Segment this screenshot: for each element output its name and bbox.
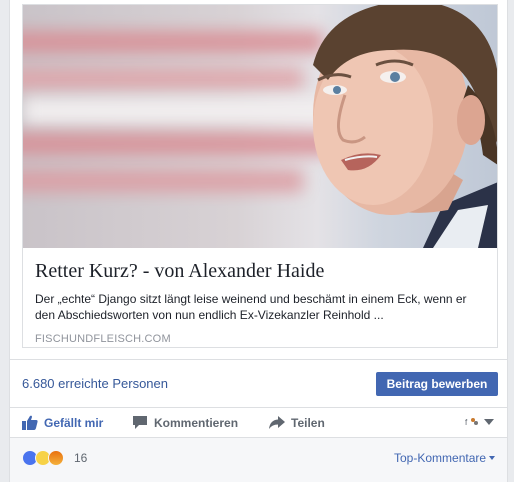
link-preview-image[interactable] [23, 5, 497, 248]
link-domain[interactable]: FISCHUNDFLEISCH.COM [35, 333, 487, 345]
reaction-icons[interactable] [22, 450, 64, 466]
reaction-count[interactable]: 16 [74, 451, 87, 465]
share-arrow-icon [269, 416, 285, 429]
comment-button[interactable]: Kommentieren [132, 415, 238, 430]
share-label: Teilen [291, 415, 325, 430]
comment-icon [133, 416, 147, 429]
reach-count-link[interactable]: 6.680 erreichte Personen [22, 376, 168, 391]
comment-label: Kommentieren [154, 415, 239, 430]
share-button[interactable]: Teilen [269, 415, 325, 430]
link-description[interactable]: Der „echte“ Django sitzt längt leise wei… [35, 291, 487, 323]
chevron-down-icon [489, 456, 496, 460]
post-card: Retter Kurz? - von Alexander Haide Der „… [9, 0, 508, 482]
link-preview[interactable]: Retter Kurz? - von Alexander Haide Der „… [22, 4, 498, 348]
background-stripe [23, 68, 303, 90]
background-stripe [23, 170, 303, 192]
angry-reaction-icon [48, 450, 64, 466]
boost-post-button[interactable]: Beitrag bewerben [376, 372, 498, 396]
svg-text:f: f [465, 418, 468, 427]
link-title[interactable]: Retter Kurz? - von Alexander Haide [35, 259, 487, 283]
like-label: Gefällt mir [44, 415, 104, 430]
comment-sort-label: Top-Kommentare [394, 451, 487, 465]
audience-selector[interactable]: f [465, 416, 494, 428]
action-bar: Gefällt mir Kommentieren Teilen f [10, 408, 507, 438]
reactions-row: 16 Top-Kommentare [10, 438, 507, 482]
like-button[interactable]: Gefällt mir [22, 415, 103, 430]
reach-row: 6.680 erreichte Personen Beitrag bewerbe… [10, 359, 507, 408]
comment-sort-dropdown[interactable]: Top-Kommentare [394, 451, 496, 465]
person-portrait [313, 5, 497, 248]
thumbs-up-icon [22, 415, 38, 430]
chevron-down-icon [484, 419, 494, 425]
page-avatar-icon: f [465, 418, 478, 427]
